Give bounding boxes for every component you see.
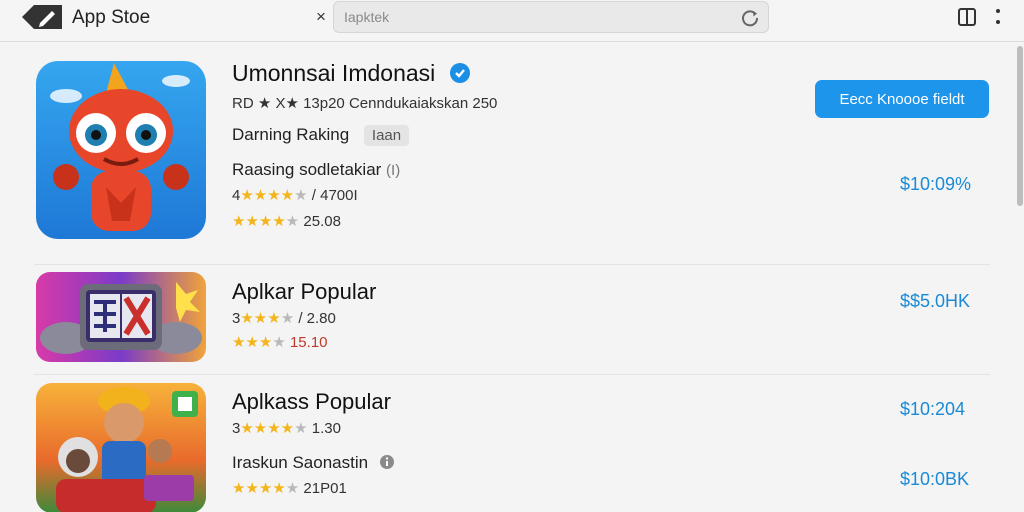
- price-label[interactable]: $$5.0HK: [900, 291, 970, 312]
- price-label-bottom[interactable]: $10:0BK: [900, 469, 969, 490]
- app-meta-line: RD ★ X★ 13p20 Cenndukaiakskan 250: [232, 95, 498, 112]
- get-app-button[interactable]: Eecc Knoooe fieldt: [815, 80, 989, 118]
- info-icon[interactable]: [379, 454, 395, 470]
- rating-value: 21P01: [303, 480, 347, 497]
- app-category: Darning Raking Iaan: [232, 125, 410, 146]
- sub-title-text: Iraskun Saonastin: [232, 453, 369, 472]
- star-rating: ★★★: [240, 310, 281, 327]
- star-rating: ★★★: [232, 334, 273, 351]
- app-icon-mascot[interactable]: [36, 61, 206, 239]
- verified-badge-icon: [449, 63, 470, 83]
- price-label[interactable]: $10:09%: [900, 174, 971, 195]
- rating-line-b: ★★★★ 15.10: [232, 334, 328, 351]
- rating-line-a: 3★★★★★ 1.30: [232, 420, 341, 437]
- star-rating: ★★★★: [240, 187, 295, 204]
- app-icon-robot[interactable]: [36, 272, 206, 362]
- rating-count: / 2.80: [298, 310, 336, 327]
- app-logo-icon[interactable]: [20, 3, 64, 31]
- app-title-row3[interactable]: Aplkass Popular: [232, 389, 391, 415]
- rating-line-a: 3★★★★ / 2.80: [232, 310, 336, 327]
- app-title: App Stoe: [72, 7, 151, 28]
- app-row-popular-2[interactable]: Aplkass Popular 3★★★★★ 1.30 Iraskun Saon…: [34, 374, 990, 512]
- app-name[interactable]: Umonnsai Imdonasi: [232, 60, 435, 86]
- scrollbar-thumb[interactable]: [1017, 46, 1023, 206]
- app-row-featured[interactable]: Umonnsai Imdonasi RD ★ X★ 13p20 Cennduka…: [34, 56, 990, 260]
- rating-line-b: ★★★★★ 21P01: [232, 480, 347, 497]
- star-rating: ★★★★: [232, 213, 286, 230]
- price-label-top[interactable]: $10:204: [900, 399, 965, 420]
- sub-title-text: Raasing sodletakiar: [232, 160, 382, 179]
- sub-title-row1: Raasing sodletakiar (I): [232, 160, 400, 180]
- sub-title-row3: Iraskun Saonastin: [232, 453, 395, 473]
- more-icon[interactable]: [994, 6, 1002, 28]
- rating-line-a: 4★★★★★ / 4700I: [232, 187, 358, 204]
- workers-illustration: [36, 383, 206, 512]
- book-icon[interactable]: [957, 7, 977, 27]
- app-icon-workers[interactable]: [36, 383, 206, 512]
- info-badge: (I): [386, 162, 401, 179]
- top-bar: App Stoe ×: [0, 0, 1024, 42]
- mascot-illustration: [36, 61, 206, 239]
- app-title-row2[interactable]: Aplkar Popular: [232, 279, 376, 305]
- category-tag[interactable]: Iaan: [363, 125, 410, 146]
- category-label: Darning Raking: [232, 125, 350, 144]
- app-row-popular-1[interactable]: Aplkar Popular 3★★★★ / 2.80 ★★★★ 15.10 $…: [34, 264, 990, 372]
- search-input[interactable]: [344, 6, 724, 28]
- app-title-row1[interactable]: Umonnsai Imdonasi: [232, 60, 470, 87]
- rating-value: 25.08: [303, 213, 341, 230]
- rating-count: / 4700I: [311, 187, 358, 204]
- refresh-icon[interactable]: [740, 8, 760, 28]
- rating-value: 15.10: [289, 334, 328, 351]
- scrollbar[interactable]: [1016, 46, 1024, 512]
- star-rating: ★★★★: [232, 480, 286, 497]
- robot-illustration: [36, 272, 206, 362]
- search-bar[interactable]: [333, 1, 769, 33]
- star-rating: ★★★★: [240, 420, 295, 437]
- close-icon[interactable]: ×: [316, 7, 326, 27]
- rating-count: 1.30: [311, 420, 341, 437]
- rating-line-b: ★★★★★ 25.08: [232, 213, 341, 230]
